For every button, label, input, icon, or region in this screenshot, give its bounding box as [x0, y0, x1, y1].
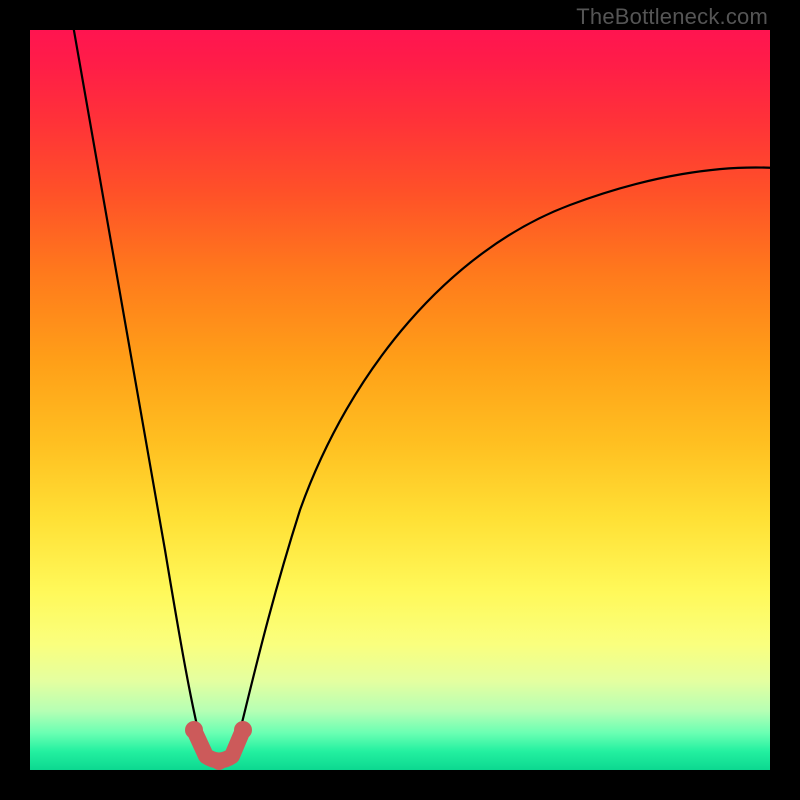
bottleneck-curve — [30, 30, 770, 770]
valley-marker-dot-bottom — [211, 754, 227, 770]
watermark-text: TheBottleneck.com — [576, 4, 768, 30]
valley-marker-dot-right — [234, 721, 252, 739]
curve-left-branch — [73, 30, 204, 754]
curve-right-branch — [234, 167, 770, 754]
chart-frame: TheBottleneck.com — [0, 0, 800, 800]
plot-area — [30, 30, 770, 770]
valley-marker-dot-left — [185, 721, 203, 739]
